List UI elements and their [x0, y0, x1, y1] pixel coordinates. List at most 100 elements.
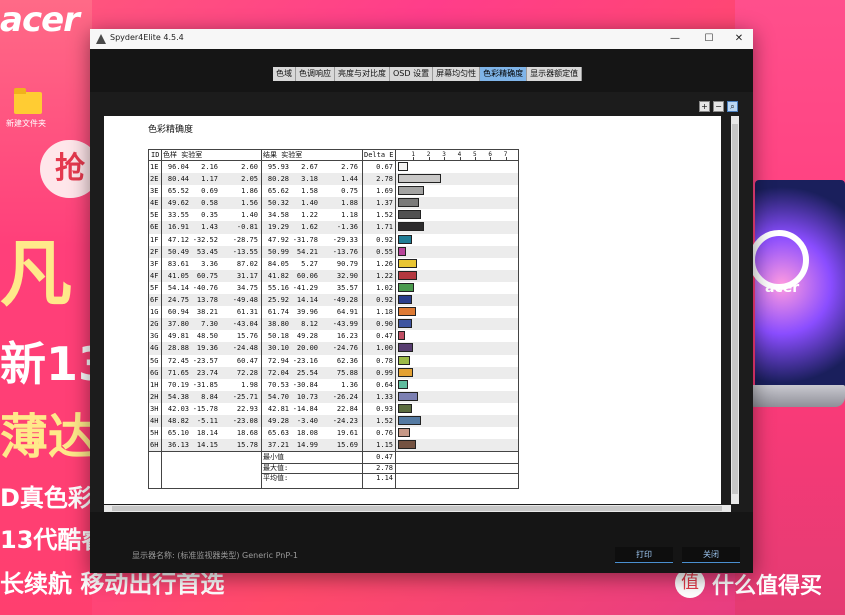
cell-sample-b: -49.48 [232, 296, 258, 305]
cell-sample-l: 71.65 [167, 368, 189, 377]
vertical-scrollbar[interactable] [731, 116, 739, 504]
cell-result-a: 14.99 [296, 441, 318, 450]
delta-bar [398, 379, 408, 389]
tab-3[interactable]: OSD 设置 [390, 67, 434, 81]
cell-id: 6H [150, 441, 159, 450]
header-result: 结果 实验室 [263, 151, 303, 159]
cell-id: 4H [150, 416, 159, 425]
cell-sample-b: 1.56 [241, 199, 258, 208]
cell-sample-b: 15.78 [236, 441, 258, 450]
zoom-in-icon[interactable]: + [699, 101, 710, 112]
table-row: 4E 49.62 0.58 1.56 50.32 1.40 1.88 1.37 [149, 197, 518, 210]
delta-bar [398, 391, 419, 401]
cell-sample-a: 48.50 [196, 332, 218, 341]
folder-icon[interactable] [14, 88, 42, 114]
summary-row: 平均值: 1.14 [149, 473, 518, 484]
cell-sample-b: 72.28 [236, 368, 258, 377]
cell-sample-l: 28.88 [167, 344, 189, 353]
cell-result-a: -3.40 [296, 416, 318, 425]
cell-result-b: 75.88 [336, 368, 358, 377]
table-row: 1F 47.12 -32.52 -28.75 47.92 -31.78 -29.33 0.92 [149, 234, 518, 246]
cell-result-b: 22.84 [336, 404, 358, 413]
divider [395, 150, 396, 488]
table-row: 6H 36.13 14.15 15.78 37.21 14.99 15.69 1.15 [149, 439, 518, 452]
cell-sample-a: 7.30 [201, 320, 218, 329]
cell-delta: 0.47 [376, 332, 393, 341]
laptop-logo: acer [765, 280, 800, 296]
cell-sample-a: -23.57 [192, 356, 218, 365]
cell-result-b: 64.91 [336, 308, 358, 317]
cell-delta: 1.33 [376, 392, 393, 401]
summary-block: 最小值 0.47 最大值: 2.78 平均值: 1.14 [149, 451, 518, 488]
cell-result-a: 8.12 [301, 320, 318, 329]
cell-result-b: 2.76 [341, 163, 358, 171]
cell-result-b: 15.69 [336, 441, 358, 450]
folder-label[interactable]: 新建文件夹 [6, 118, 46, 129]
report-title: 色彩精确度 [148, 125, 194, 135]
table-row: 6F 24.75 13.78 -49.48 25.92 14.14 -49.28 0.92 [149, 294, 518, 307]
delta-bar [398, 440, 416, 450]
maximize-button[interactable]: ☐ [695, 31, 723, 47]
print-button[interactable]: 打印 [615, 547, 673, 563]
delta-bar [398, 295, 413, 305]
close-window-button[interactable]: ✕ [725, 31, 753, 47]
tab-4[interactable]: 屏幕均匀性 [433, 67, 481, 81]
cell-sample-a: 18.14 [196, 429, 218, 438]
minimize-button[interactable]: — [661, 31, 689, 47]
tab-2[interactable]: 亮度与对比度 [335, 67, 390, 81]
cell-sample-l: 48.82 [167, 416, 189, 425]
cell-sample-b: 2.05 [241, 175, 258, 184]
tab-0[interactable]: 色域 [273, 67, 296, 81]
cell-result-l: 55.16 [267, 283, 289, 292]
header-sample: 色样 实验室 [163, 151, 203, 159]
cell-sample-l: 49.62 [167, 199, 189, 208]
table-row: 3G 49.81 48.50 15.76 50.18 49.28 16.23 0.47 [149, 330, 518, 342]
delta-bar [398, 428, 410, 438]
cell-result-a: 1.22 [301, 211, 318, 220]
cell-id: 3F [150, 259, 159, 268]
cell-result-l: 19.29 [267, 223, 289, 232]
table-body: 1E 96.04 2.16 2.60 95.93 2.67 2.76 0.67 2E 80.44 1… [149, 161, 518, 452]
promo-text-4: D真色彩 [0, 484, 92, 512]
cell-delta: 1.71 [376, 223, 393, 232]
cell-result-l: 50.18 [267, 332, 289, 341]
cell-result-l: 95.93 [267, 163, 289, 171]
monitor-name-label: 显示器名称: (标准监视器类型) Generic PnP-1 [132, 551, 298, 560]
cell-sample-l: 41.05 [167, 271, 189, 280]
scale-tick-mark [475, 157, 476, 160]
delta-bar [398, 162, 409, 171]
header-id: ID [151, 151, 160, 159]
zoom-out-icon[interactable]: − [713, 101, 724, 112]
delta-bar [398, 343, 414, 353]
tab-5[interactable]: 色彩精确度 [480, 67, 528, 81]
delta-bar [398, 234, 413, 244]
cell-result-b: 62.36 [336, 356, 358, 365]
cell-sample-b: 1.40 [241, 211, 258, 220]
scroll-thumb[interactable] [112, 506, 722, 511]
cell-result-b: 19.61 [336, 429, 358, 438]
table-row: 2F 50.49 53.45 -13.55 50.99 54.21 -13.76 0.55 [149, 245, 518, 258]
zoom-fit-icon[interactable]: ⌕ [727, 101, 738, 112]
title-bar[interactable]: Spyder4Elite 4.5.4 — ☐ ✕ [90, 29, 753, 50]
scroll-thumb[interactable] [732, 124, 738, 494]
cell-delta: 1.00 [376, 344, 393, 353]
cell-result-a: -23.16 [292, 356, 318, 365]
tab-6[interactable]: 显示器额定值 [527, 67, 583, 81]
cell-sample-b: -24.48 [232, 344, 258, 353]
cell-sample-l: 65.52 [167, 187, 189, 196]
cell-result-b: 1.88 [341, 199, 358, 208]
cell-sample-a: 0.35 [201, 211, 218, 220]
table-row: 5H 65.10 18.14 18.68 65.63 18.08 19.61 0.76 [149, 427, 518, 439]
cell-delta: 0.76 [376, 429, 393, 438]
tab-1[interactable]: 色调响应 [296, 67, 335, 81]
cell-result-l: 37.21 [267, 441, 289, 450]
table-row: 2G 37.80 7.30 -43.04 38.80 8.12 -43.99 0.90 [149, 318, 518, 331]
cell-sample-l: 47.12 [167, 235, 189, 244]
cell-sample-l: 70.19 [167, 380, 189, 389]
close-button[interactable]: 关闭 [682, 547, 740, 563]
delta-bar [398, 367, 414, 377]
cell-sample-l: 33.55 [167, 211, 189, 220]
cell-sample-a: 13.78 [196, 296, 218, 305]
horizontal-scrollbar[interactable] [104, 505, 731, 512]
cell-sample-a: 3.36 [201, 259, 218, 268]
